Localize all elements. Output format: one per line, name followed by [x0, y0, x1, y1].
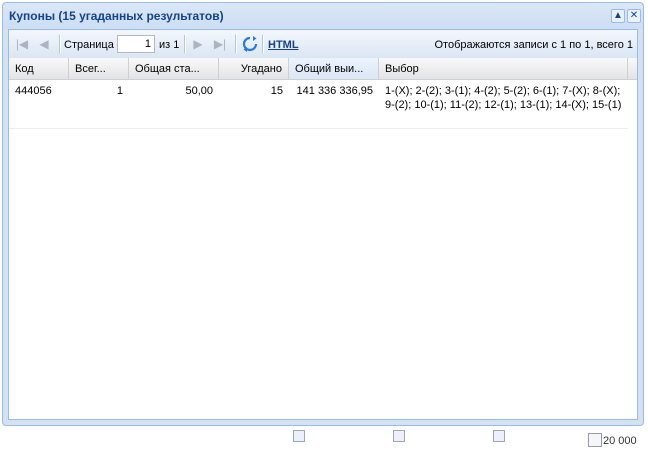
window-title: Купоны (15 угаданных результатов) [9, 9, 224, 23]
column-header-win[interactable]: Общий выи... [289, 58, 379, 79]
toolbar-separator [235, 35, 237, 53]
page-count-label: из 1 [159, 39, 180, 51]
collapse-icon[interactable]: ▲ [611, 9, 625, 23]
first-page-icon[interactable]: |◀ [15, 37, 29, 51]
paging-toolbar: |◀ ◀ Страница из 1 ▶ ▶| HTML Отображаютс… [9, 30, 637, 59]
next-page-icon[interactable]: ▶ [191, 37, 205, 51]
window-body: |◀ ◀ Страница из 1 ▶ ▶| HTML Отображаютс… [8, 29, 638, 420]
column-header-stake[interactable]: Общая ста... [129, 58, 219, 79]
grid-header: Код Всег... Общая ста... Угадано Общий в… [9, 58, 637, 80]
paging-info: Отображаются записи с 1 по 1, всего 1 [434, 39, 634, 51]
page-number-input[interactable] [117, 35, 155, 53]
cell-win: 141 336 336,95 [296, 85, 373, 97]
background-value: 20 000 [603, 435, 637, 447]
prev-page-icon[interactable]: ◀ [37, 37, 51, 51]
cell-total: 1 [116, 85, 123, 97]
background-grip [588, 433, 602, 447]
cell-stake: 50,00 [185, 85, 213, 97]
cell-code: 444056 [15, 85, 52, 97]
close-icon[interactable]: ✕ [627, 9, 641, 23]
cell-guessed: 15 [270, 85, 283, 97]
refresh-icon[interactable] [241, 35, 259, 53]
toolbar-separator [262, 35, 264, 53]
column-header-total[interactable]: Всег... [69, 58, 129, 79]
last-page-icon[interactable]: ▶| [213, 37, 227, 51]
column-header-guessed[interactable]: Угадано [219, 58, 289, 79]
background-page-bottom [0, 426, 648, 449]
cell-choice: 1-(X); 2-(2); 3-(1); 4-(2); 5-(2); 6-(1)… [385, 85, 622, 111]
background-checkbox [393, 430, 405, 442]
table-row[interactable]: 444056 1 50,00 15 141 336 336,95 1-(X); … [9, 80, 628, 129]
column-header-code[interactable]: Код [9, 58, 69, 79]
column-header-choice[interactable]: Выбор [379, 58, 628, 79]
page-label: Страница [64, 39, 114, 51]
background-checkbox [493, 430, 505, 442]
coupons-window: Купоны (15 угаданных результатов) ▲ ✕ |◀… [2, 2, 644, 426]
toolbar-separator [59, 35, 61, 53]
background-checkbox [293, 430, 305, 442]
toolbar-separator [184, 35, 186, 53]
window-titlebar[interactable]: Купоны (15 угаданных результатов) ▲ ✕ [3, 3, 643, 29]
html-export-link[interactable]: HTML [268, 39, 299, 51]
